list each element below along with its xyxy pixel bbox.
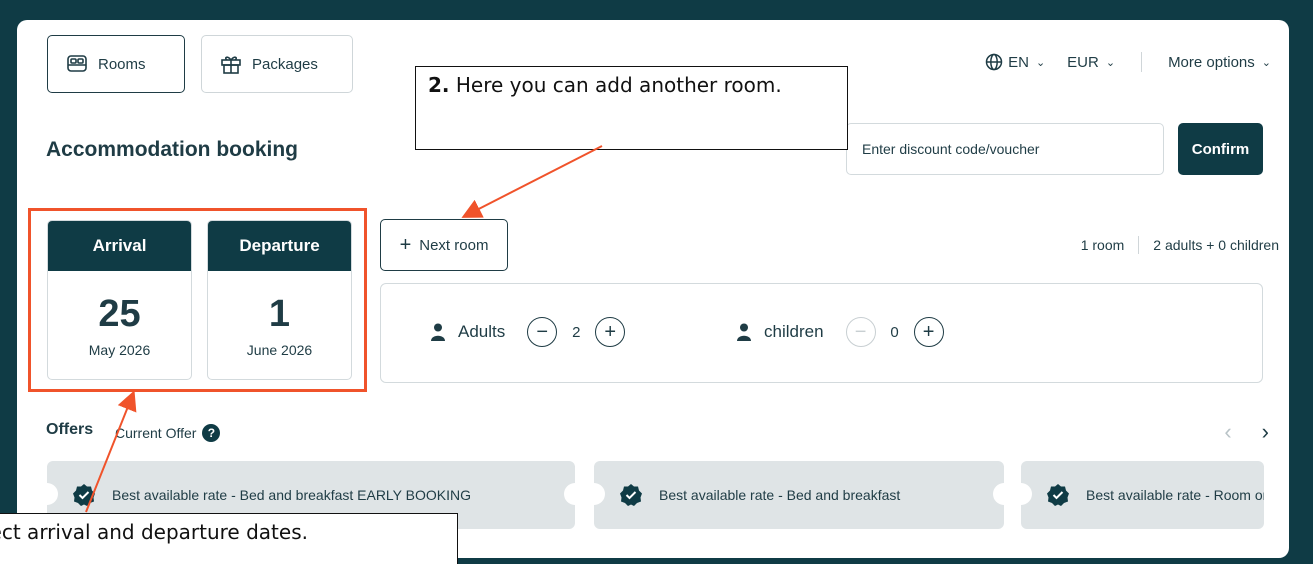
children-increment-button[interactable]: + (913, 317, 944, 347)
ticket-notch (564, 483, 575, 505)
children-value: 0 (890, 323, 899, 341)
current-offer-label: Current Offer (115, 425, 197, 441)
current-offer: Current Offer ? (115, 424, 221, 442)
help-icon[interactable]: ? (202, 424, 221, 442)
verified-badge-icon (73, 484, 95, 506)
language-label: EN (1008, 53, 1029, 71)
offer-card[interactable]: Best available rate - Room only (1021, 461, 1264, 529)
adults-label: Adults (458, 322, 506, 341)
rooms-count: 1 room (1080, 237, 1125, 253)
bed-icon (67, 55, 87, 72)
divider (1141, 52, 1143, 72)
callout-add-room-text: Here you can add another room. (455, 73, 782, 97)
callout-dates-text: Select arrival and departure dates. (0, 520, 308, 544)
ticket-notch (1021, 483, 1032, 505)
page-title: Accommodation booking (46, 138, 298, 161)
more-options-label: More options (1168, 53, 1255, 71)
language-selector[interactable]: EN ⌄ (985, 53, 1045, 71)
chevron-down-icon: ⌄ (1261, 56, 1271, 69)
globe-icon (985, 53, 1003, 71)
offer-title: Best available rate - Bed and breakfast … (112, 487, 471, 503)
offers-heading: Offers (46, 421, 94, 438)
chevron-right-icon[interactable]: › (1262, 419, 1269, 445)
tab-rooms-label: Rooms (98, 55, 146, 73)
person-icon (431, 323, 445, 341)
discount-code-input[interactable]: Enter discount code/voucher (846, 123, 1164, 175)
confirm-button[interactable]: Confirm (1178, 123, 1263, 175)
offer-title: Best available rate - Room only (1086, 487, 1264, 503)
offer-card[interactable]: Best available rate - Bed and breakfast (594, 461, 1004, 529)
callout-select-dates: Select arrival and departure dates. (0, 513, 458, 564)
children-control: children − 0 + (736, 317, 944, 347)
children-decrement-button[interactable]: − (845, 317, 876, 347)
tab-rooms[interactable]: Rooms (47, 35, 185, 93)
person-icon (737, 323, 751, 341)
discount-placeholder: Enter discount code/voucher (862, 141, 1040, 157)
callout-add-room: 2. Here you can add another room. (415, 66, 848, 150)
adults-increment-button[interactable]: + (595, 317, 626, 347)
offers-navigation: ‹ › (1224, 419, 1269, 445)
divider (1138, 236, 1140, 254)
ticket-notch (47, 483, 58, 505)
callout-step-number: 2. (428, 73, 450, 97)
children-label: children (764, 322, 824, 341)
chevron-down-icon: ⌄ (1105, 56, 1116, 69)
offer-title: Best available rate - Bed and breakfast (659, 487, 901, 503)
currency-selector[interactable]: EUR ⌄ (1067, 54, 1115, 71)
guest-selector: Adults − 2 + children − 0 + (380, 283, 1263, 383)
verified-badge-icon (620, 484, 642, 506)
adults-decrement-button[interactable]: − (527, 317, 558, 347)
chevron-left-icon[interactable]: ‹ (1224, 419, 1231, 445)
gift-icon (221, 56, 241, 74)
currency-label: EUR (1067, 53, 1099, 71)
ticket-notch (594, 483, 605, 505)
plus-icon: + (399, 233, 412, 256)
tab-packages[interactable]: Packages (201, 35, 353, 93)
ticket-notch (993, 483, 1004, 505)
booking-summary: 1 room 2 adults + 0 children (1081, 236, 1279, 254)
chevron-down-icon: ⌄ (1035, 56, 1046, 69)
more-options-menu[interactable]: More options ⌄ (1168, 54, 1271, 71)
add-next-room-button[interactable]: + Next room (380, 219, 508, 271)
next-room-label: Next room (419, 236, 489, 254)
tab-packages-label: Packages (252, 55, 318, 73)
adults-value: 2 (572, 323, 581, 341)
verified-badge-icon (1047, 484, 1069, 506)
adults-control: Adults − 2 + (430, 317, 626, 347)
dates-highlight-box (28, 208, 367, 392)
guests-count: 2 adults + 0 children (1153, 237, 1279, 253)
top-bar: EN ⌄ EUR ⌄ More options ⌄ (985, 52, 1271, 72)
